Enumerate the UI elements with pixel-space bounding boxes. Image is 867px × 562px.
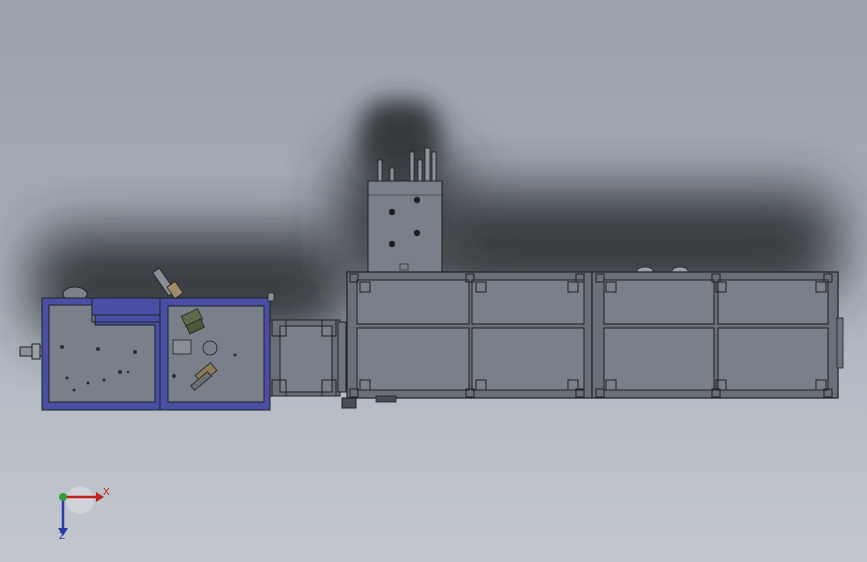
x-axis-label: X [103, 487, 110, 498]
y-axis-dot [59, 493, 67, 501]
triad-origin-disc [66, 486, 94, 514]
machine-assembly-drawing[interactable] [0, 0, 867, 562]
connector-module[interactable] [269, 319, 357, 409]
tower-body [367, 180, 443, 273]
cabinet-section-b[interactable] [591, 266, 844, 399]
model-viewport[interactable]: X Z [0, 0, 867, 562]
z-axis-label: Z [59, 531, 66, 542]
cabinet-section-a[interactable] [346, 271, 593, 403]
coordinate-triad [58, 486, 104, 536]
